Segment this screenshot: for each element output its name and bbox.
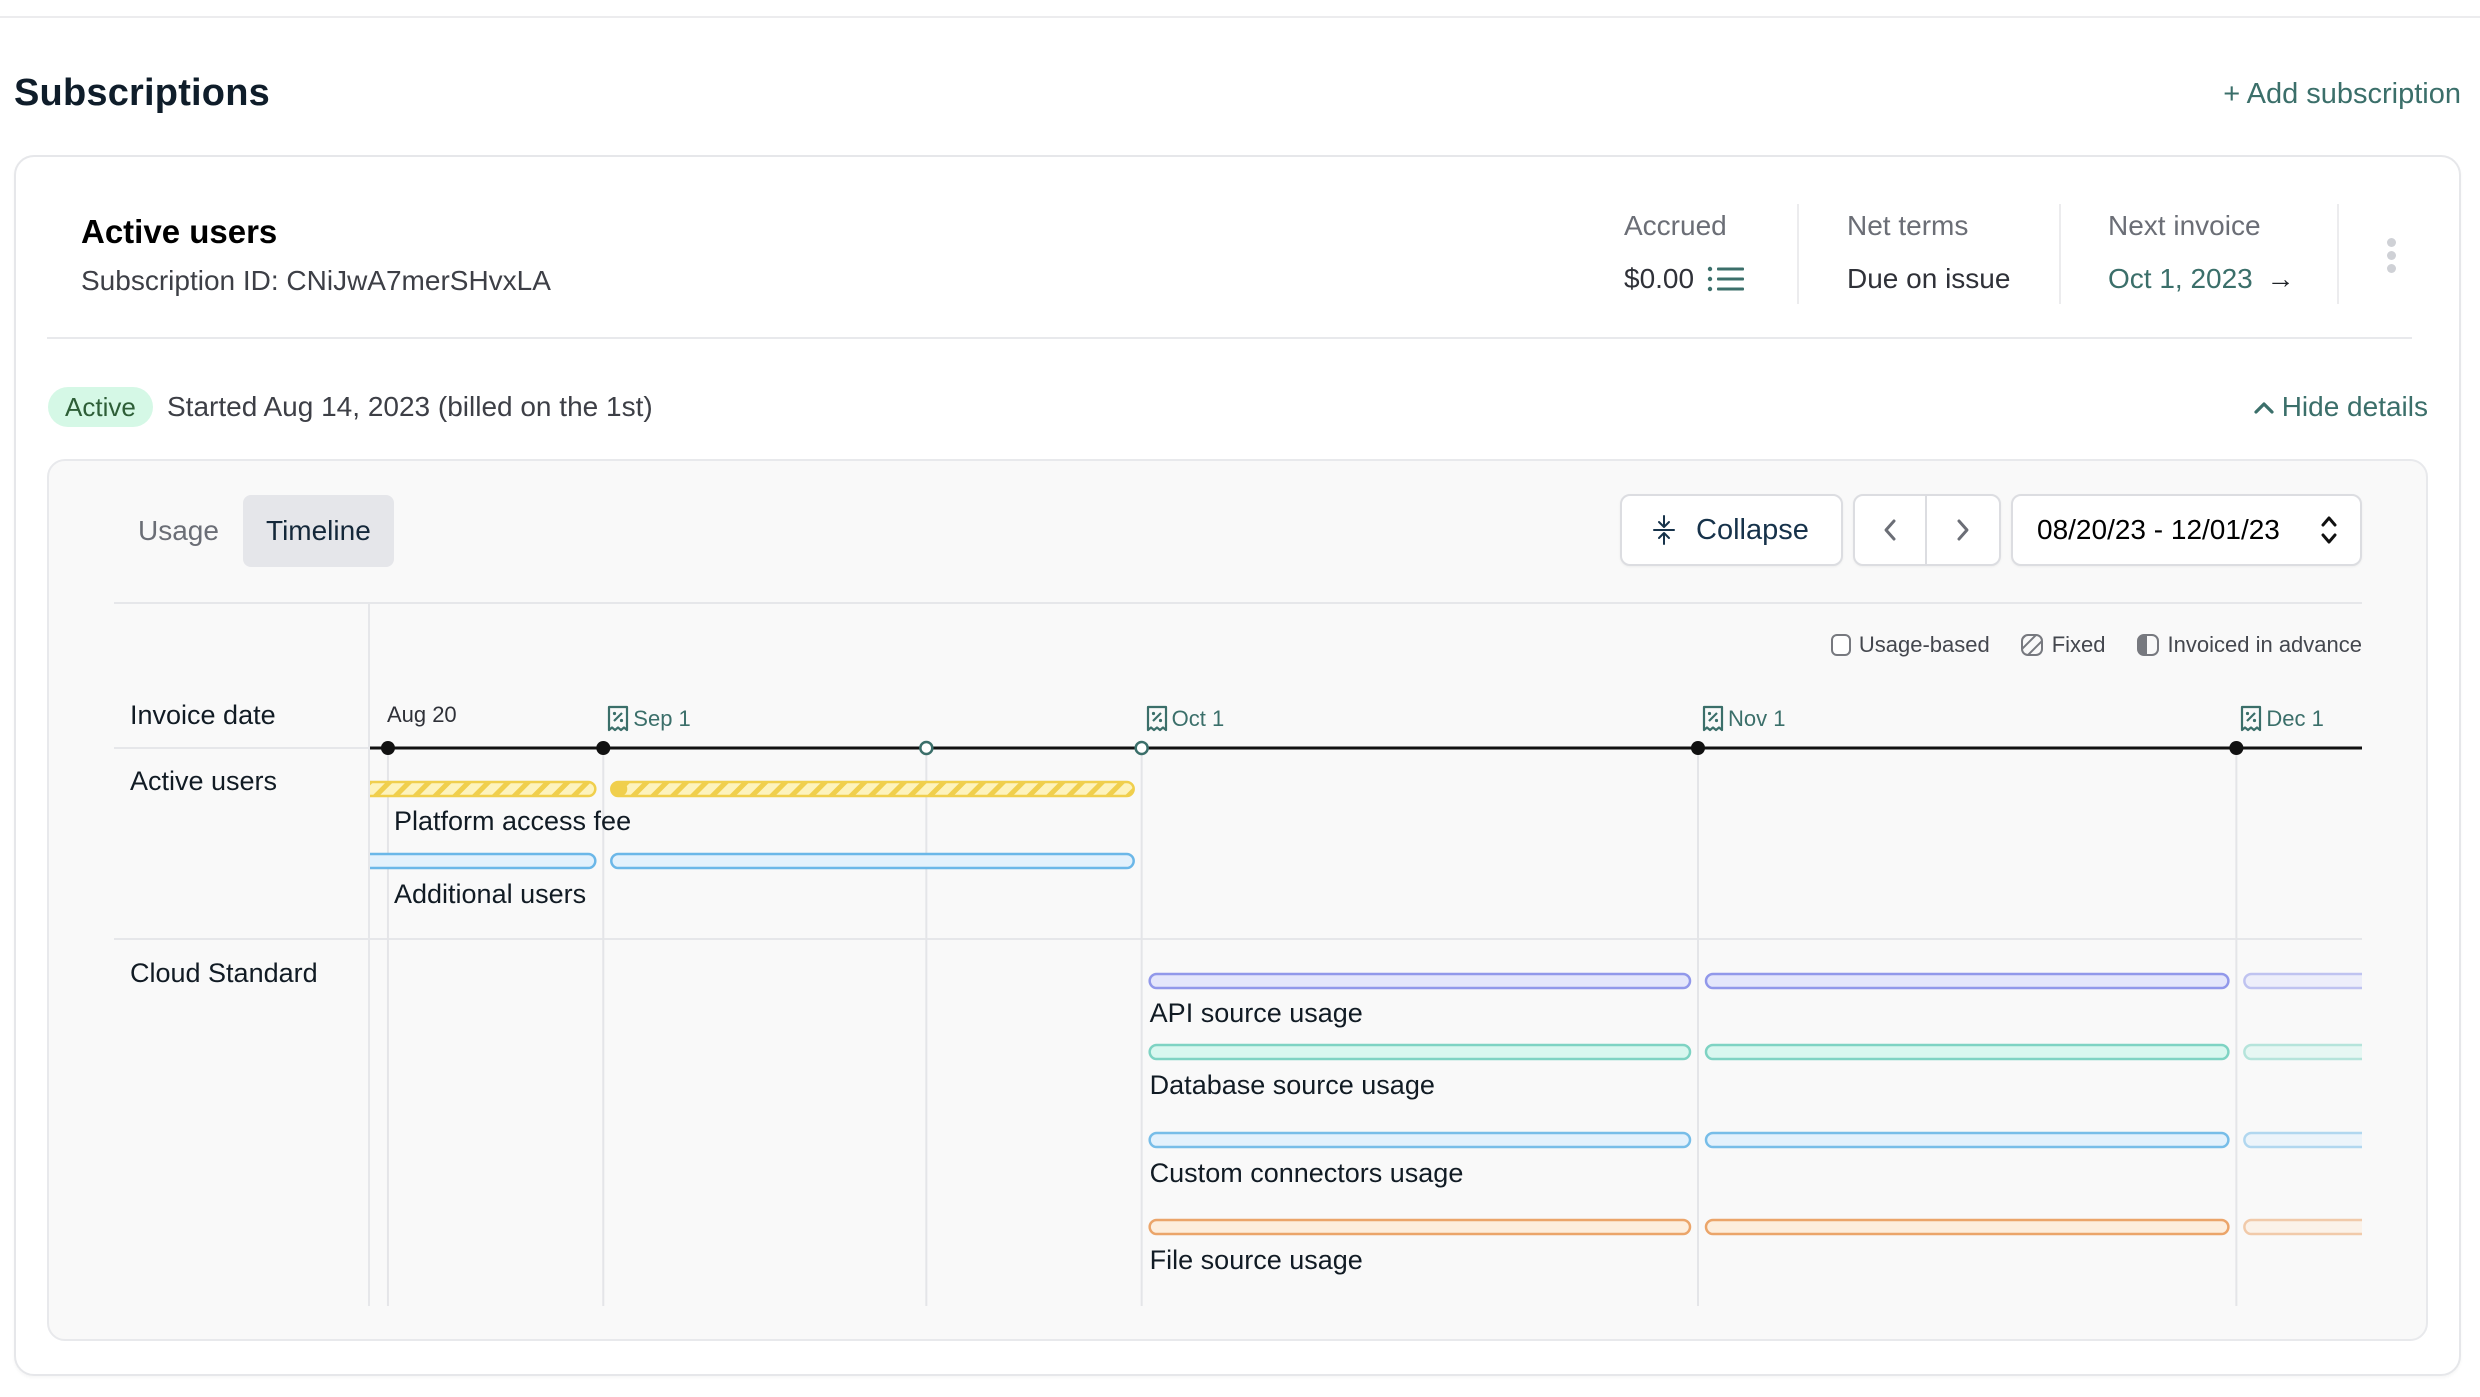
invoice-date-text: Dec 1 [2266, 706, 2324, 731]
timeline-bar [370, 852, 597, 870]
invoice-date-text: Aug 20 [386, 702, 457, 727]
invoice-date-label: Aug 20 [387, 702, 457, 728]
invoice-marker [1691, 741, 1705, 755]
timeline-bar [1704, 972, 2230, 990]
invoice-date-label[interactable]: Dec 1 [2240, 705, 2324, 733]
invoice-marker-open [1134, 740, 1149, 756]
price-item-label: Database source usage [1149, 1070, 1435, 1100]
timeline-bar [1148, 1131, 1692, 1149]
timeline-bar [1148, 1218, 1692, 1236]
receipt-icon [2241, 705, 2262, 732]
invoice-date-text: Oct 1 [1171, 706, 1225, 731]
invoice-date-label[interactable]: Oct 1 [1146, 705, 1225, 733]
price-item-label: Custom connectors usage [1149, 1158, 1464, 1188]
price-item-label: Additional users [394, 879, 587, 909]
timeline-bar [1148, 1043, 1692, 1061]
receipt-icon [1702, 705, 1724, 732]
timeline-bar [370, 780, 597, 798]
timeline-bar [2243, 1131, 2362, 1149]
price-item-label: API source usage [1149, 998, 1363, 1028]
timeline-bar [2243, 1043, 2362, 1061]
invoice-marker [2229, 741, 2244, 755]
receipt-icon [608, 705, 629, 732]
timeline-bar [2243, 972, 2362, 990]
invoice-date-label[interactable]: Sep 1 [607, 705, 691, 733]
receipt-icon [1146, 705, 1167, 732]
invoice-date-text: Sep 1 [633, 706, 691, 731]
invoice-date-text: Nov 1 [1728, 706, 1786, 731]
timeline-bar [2243, 1218, 2362, 1236]
invoice-marker [380, 741, 395, 755]
timeline-bar [1704, 1043, 2230, 1061]
price-item-label: File source usage [1149, 1245, 1363, 1275]
timeline-bar [1148, 972, 1692, 990]
invoice-marker-open [919, 740, 934, 756]
timeline-bar [610, 780, 1135, 798]
price-item-label: Platform access fee [394, 806, 632, 836]
invoice-date-label[interactable]: Nov 1 [1702, 705, 1785, 733]
timeline-bar [610, 852, 1135, 870]
timeline-bar [1704, 1218, 2230, 1236]
timeline-bar [1704, 1131, 2230, 1149]
invoiced-in-advance-marker [611, 782, 628, 796]
invoice-marker [596, 741, 611, 755]
